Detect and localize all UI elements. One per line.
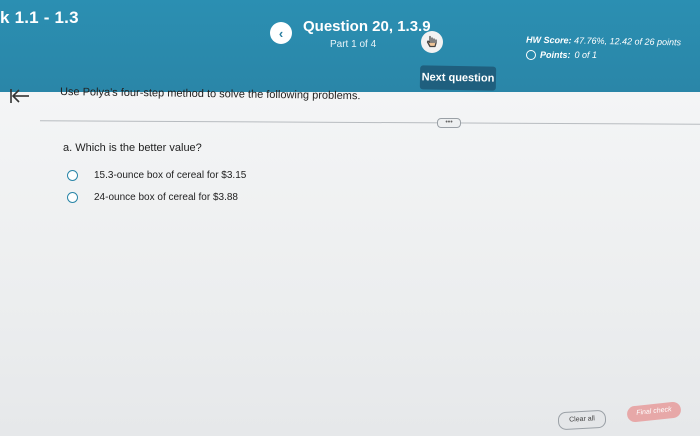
points-status: Points: 0 of 1 xyxy=(526,50,597,60)
answer-option-label: 24-ounce box of cereal for $3.88 xyxy=(94,192,238,203)
hand-pointer-icon xyxy=(426,35,437,48)
circle-outline-icon xyxy=(526,50,536,60)
chevron-left-icon: ‹ xyxy=(278,25,284,41)
expand-more-button[interactable]: ••• xyxy=(437,118,461,128)
hw-score-value: 47.76%, 12.42 of 26 points xyxy=(573,35,682,48)
hw-score-label: HW Score: xyxy=(525,34,572,46)
next-question-button[interactable]: Next question xyxy=(419,65,497,91)
top-header: k 1.1 - 1.3 ‹ Question 20, 1.3.9 Part 1 … xyxy=(0,0,700,92)
question-title: Question 20, 1.3.9 xyxy=(303,18,431,35)
clear-all-button[interactable]: Clear all xyxy=(557,409,607,431)
radio-button[interactable] xyxy=(67,170,78,181)
radio-button[interactable] xyxy=(67,192,78,203)
answer-option-label: 15.3-ounce box of cereal for $3.15 xyxy=(94,170,247,181)
points-value: 0 of 1 xyxy=(574,50,598,60)
points-label: Points: xyxy=(540,50,571,60)
question-part: Part 1 of 4 xyxy=(330,39,377,50)
course-title: k 1.1 - 1.3 xyxy=(0,8,79,27)
question-prompt: a. Which is the better value? xyxy=(63,142,202,154)
help-button[interactable] xyxy=(421,31,443,53)
answer-option-2[interactable]: 24-ounce box of cereal for $3.88 xyxy=(67,192,238,203)
collapse-left-icon[interactable] xyxy=(8,86,32,106)
answer-option-1[interactable]: 15.3-ounce box of cereal for $3.15 xyxy=(67,170,246,181)
hw-score: HW Score: 47.76%, 12.42 of 26 points xyxy=(526,35,681,48)
previous-question-button[interactable]: ‹ xyxy=(270,22,292,44)
